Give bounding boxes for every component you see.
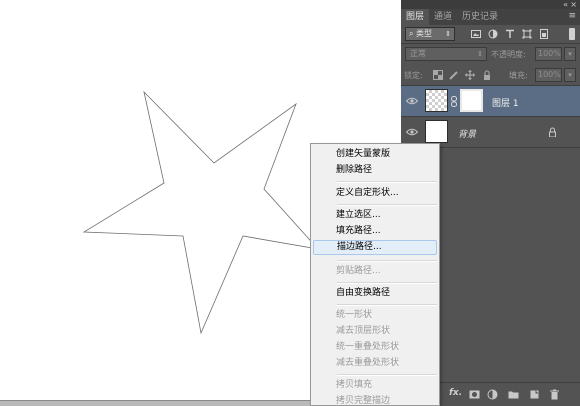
image-filter-icon[interactable] <box>471 29 481 39</box>
layer-thumbnail[interactable] <box>425 89 448 112</box>
lock-transparent-icon[interactable] <box>433 70 443 80</box>
menu-item-intersect-shapes[interactable]: 统一重叠处形状 <box>313 340 437 355</box>
search-icon: ⌕ <box>409 29 414 38</box>
trash-icon[interactable] <box>549 389 560 400</box>
menu-item-stroke-path[interactable]: 描边路径... <box>313 240 437 255</box>
tab-history[interactable]: 历史记录 <box>457 9 503 25</box>
menu-separator <box>337 204 437 206</box>
type-filter-icon[interactable] <box>505 29 515 39</box>
fill-label: 填充: <box>509 71 528 80</box>
opacity-field[interactable]: 100% <box>535 47 562 61</box>
lock-label: 锁定: <box>404 71 423 80</box>
menu-separator <box>337 304 437 306</box>
blend-mode-select[interactable]: 正常 ⇕ <box>405 47 487 61</box>
lock-row: 锁定: 填充: 100% ▾ <box>401 65 580 85</box>
panel-menu-icon[interactable]: ≡ <box>568 11 576 21</box>
adjustment-filter-icon[interactable] <box>488 29 498 39</box>
smart-object-filter-icon[interactable] <box>539 29 549 39</box>
layer-row-layer-1[interactable]: 图层 1 <box>401 86 580 117</box>
add-mask-icon[interactable] <box>469 389 480 400</box>
new-group-folder-icon[interactable] <box>508 389 519 400</box>
chevron-down-icon: ⇕ <box>445 30 451 38</box>
chevron-down-icon: ⇕ <box>477 50 483 58</box>
tab-channels[interactable]: 通道 <box>429 9 457 25</box>
menu-item-fill-path[interactable]: 填充路径... <box>313 224 437 239</box>
collapse-icon[interactable]: « <box>563 0 568 9</box>
lock-icon <box>548 127 557 138</box>
menu-item-unite-shapes[interactable]: 统一形状 <box>313 308 437 323</box>
menu-item-copy-fill[interactable]: 拷贝填充 <box>313 378 437 393</box>
fill-field[interactable]: 100% <box>535 68 562 82</box>
adjustment-layer-icon[interactable] <box>487 389 498 400</box>
menu-separator <box>337 181 437 183</box>
lock-all-icon[interactable] <box>482 70 492 80</box>
path-context-menu: 创建矢量蒙版 删除路径 定义自定形状... 建立选区... 填充路径... 描边… <box>310 143 440 406</box>
menu-separator <box>337 260 437 262</box>
visibility-eye-icon[interactable] <box>405 97 419 105</box>
filter-toggle-switch[interactable] <box>569 28 575 40</box>
menu-item-subtract-front-shape[interactable]: 减去顶层形状 <box>313 324 437 339</box>
opacity-dropdown-button[interactable]: ▾ <box>564 47 576 61</box>
menu-item-delete-path[interactable]: 删除路径 <box>313 163 437 178</box>
menu-item-clipping-path[interactable]: 剪贴路径... <box>313 264 437 279</box>
panel-tabs: 图层 通道 历史记录 <box>401 9 580 25</box>
layer-style-button[interactable]: fx. <box>449 388 462 398</box>
link-chain-icon[interactable] <box>451 96 457 107</box>
close-icon[interactable]: × <box>570 0 577 9</box>
menu-item-exclude-overlap[interactable]: 减去重叠处形状 <box>313 356 437 371</box>
blend-row: 正常 ⇕ 不透明度: 100% ▾ <box>401 44 580 64</box>
filter-kind-select[interactable]: ⌕ 类型 ⇕ <box>405 27 455 41</box>
layer-filter-row: ⌕ 类型 ⇕ <box>401 25 580 43</box>
menu-item-make-selection[interactable]: 建立选区... <box>313 208 437 223</box>
lock-pixels-icon[interactable] <box>449 70 459 80</box>
blend-mode-value: 正常 <box>410 49 426 58</box>
lock-position-icon[interactable] <box>465 70 475 80</box>
layer-mask-thumbnail[interactable] <box>460 89 483 112</box>
menu-item-copy-complete-stroke[interactable]: 拷贝完整描边 <box>313 394 437 405</box>
fill-dropdown-button[interactable]: ▾ <box>564 68 576 82</box>
menu-item-make-vector-mask[interactable]: 创建矢量蒙版 <box>313 147 437 162</box>
panel-title-strip: « × <box>401 0 580 9</box>
opacity-label: 不透明度: <box>491 50 526 59</box>
tab-layers[interactable]: 图层 <box>401 9 430 25</box>
layer-name[interactable]: 背景 <box>458 127 476 140</box>
menu-separator <box>337 374 437 376</box>
shape-filter-icon[interactable] <box>522 29 532 39</box>
menu-item-free-transform-path[interactable]: 自由变换路径 <box>313 286 437 301</box>
filter-kind-label: 类型 <box>416 29 433 38</box>
new-layer-icon[interactable] <box>529 389 540 400</box>
menu-separator <box>337 282 437 284</box>
visibility-eye-icon[interactable] <box>405 128 419 136</box>
menu-item-define-custom-shape[interactable]: 定义自定形状... <box>313 186 437 201</box>
layer-thumbnail[interactable] <box>425 120 448 143</box>
layer-name[interactable]: 图层 1 <box>492 96 519 109</box>
